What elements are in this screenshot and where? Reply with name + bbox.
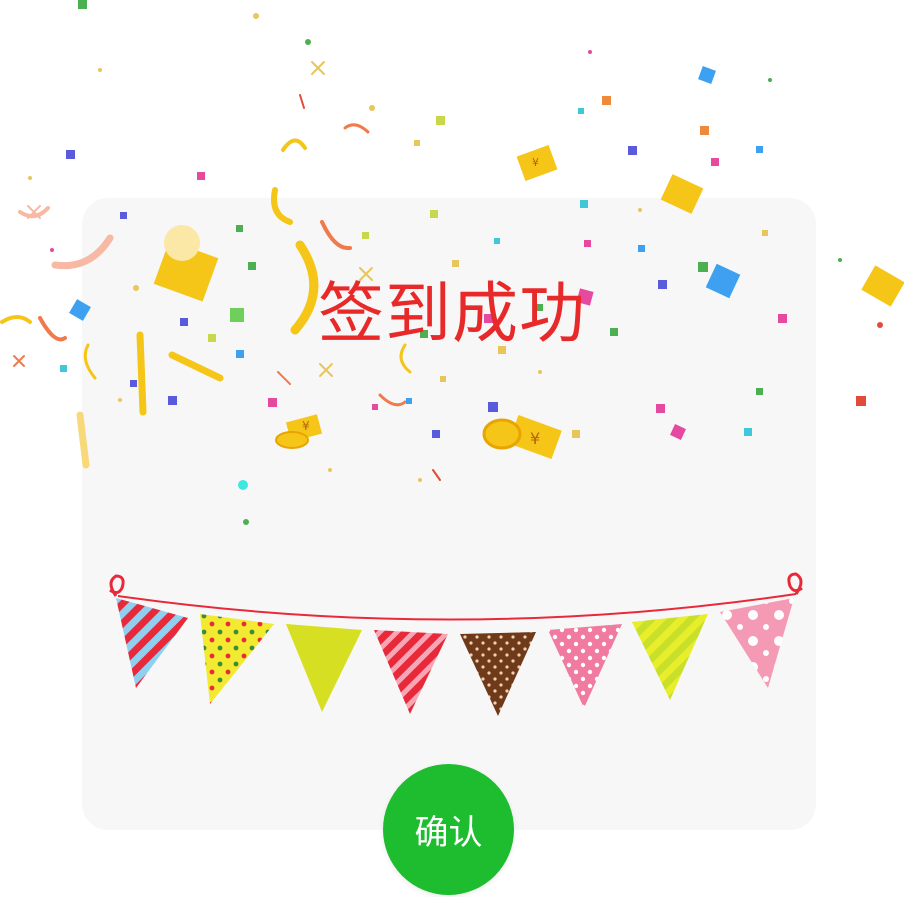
svg-text:¥: ¥	[302, 419, 310, 433]
party-bunting-decoration	[109, 572, 803, 716]
confirm-button[interactable]: 确认	[383, 764, 514, 895]
confetti-decoration: ¥ ¥ ¥	[0, 0, 904, 525]
signin-success-title: 签到成功	[318, 275, 586, 352]
svg-text:¥: ¥	[532, 156, 539, 169]
confetti-pieces	[28, 0, 883, 525]
svg-text:¥: ¥	[530, 429, 540, 448]
